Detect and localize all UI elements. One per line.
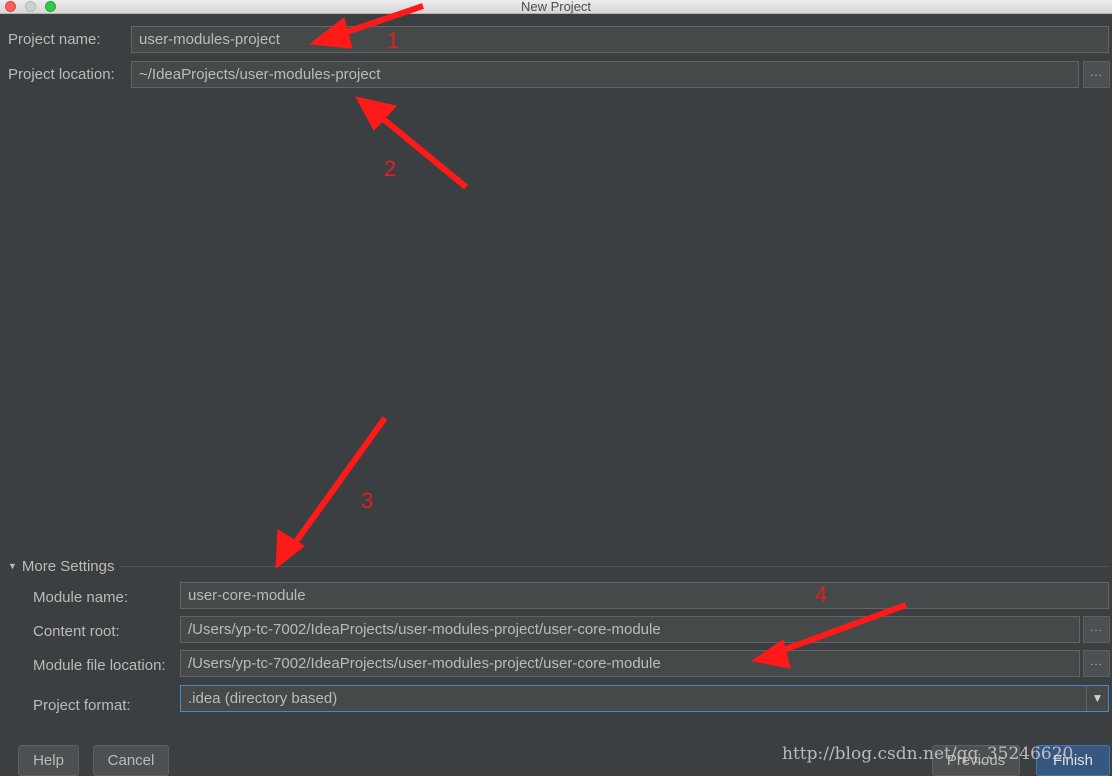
window-title: New Project: [520, 0, 592, 14]
project-name-label: Project name:: [8, 31, 101, 48]
project-location-input[interactable]: ~/IdeaProjects/user-modules-project: [131, 61, 1079, 88]
annotation-number-3: 3: [361, 488, 374, 513]
title-bar: New Project: [0, 0, 1112, 14]
project-name-input[interactable]: user-modules-project: [131, 26, 1109, 53]
module-name-label: Module name:: [33, 589, 129, 606]
content-root-input[interactable]: /Users/yp-tc-7002/IdeaProjects/user-modu…: [180, 616, 1080, 643]
module-file-location-browse-button[interactable]: ...: [1083, 650, 1110, 677]
more-settings-toggle[interactable]: ▼ More Settings: [8, 558, 114, 575]
more-settings-header: More Settings: [21, 558, 115, 575]
project-format-value: .idea (directory based): [188, 690, 338, 707]
project-format-label: Project format:: [33, 697, 131, 714]
annotation-arrowhead-3: [275, 529, 305, 570]
more-settings-divider: [120, 566, 1110, 567]
watermark: http://blog.csdn.net/qq_35246620: [782, 744, 1074, 764]
annotation-number-4: 4: [815, 582, 828, 607]
project-format-select[interactable]: .idea (directory based) ▼: [180, 685, 1109, 712]
annotation-arrowhead-2: [355, 96, 397, 131]
annotation-number-1: 1: [387, 28, 400, 53]
cancel-button[interactable]: Cancel: [93, 745, 169, 776]
annotation-arrow-3: [287, 416, 388, 552]
help-button[interactable]: Help: [18, 745, 79, 776]
content-root-browse-button[interactable]: ...: [1083, 616, 1110, 643]
module-file-location-label: Module file location:: [33, 657, 166, 674]
collapse-triangle-icon: ▼: [8, 561, 17, 571]
module-name-input[interactable]: user-core-module: [180, 582, 1109, 609]
annotation-number-2: 2: [384, 156, 397, 181]
content-root-label: Content root:: [33, 623, 120, 640]
project-location-label: Project location:: [8, 66, 115, 83]
project-location-browse-button[interactable]: ...: [1083, 61, 1110, 88]
module-file-location-input[interactable]: /Users/yp-tc-7002/IdeaProjects/user-modu…: [180, 650, 1080, 677]
dropdown-arrow-icon[interactable]: ▼: [1086, 686, 1108, 711]
